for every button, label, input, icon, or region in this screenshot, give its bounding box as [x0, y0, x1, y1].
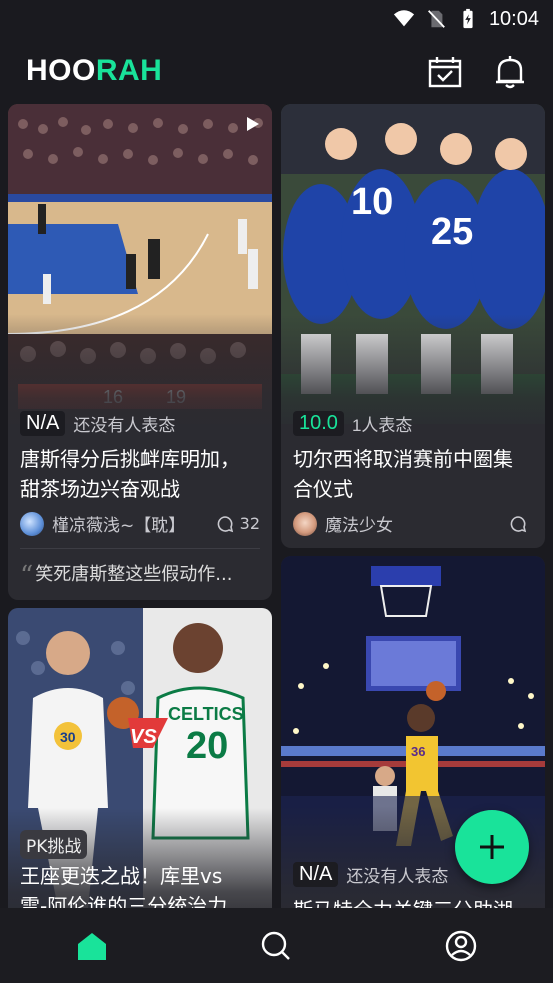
nav-search[interactable]	[246, 916, 306, 976]
post-title: 唐斯得分后挑衅库明加， 甜茶场边兴奋观战	[20, 447, 240, 501]
wifi-icon	[393, 10, 415, 27]
rating-score: N/A	[20, 411, 66, 436]
profile-icon	[445, 930, 477, 961]
rating-row: 10.0 1人表态	[293, 411, 412, 436]
home-icon	[78, 932, 107, 960]
feed[interactable]: 16 19 N/A 还没有人表态 唐斯得分后挑衅库明加， 甜茶场边兴奋观战 槿凉…	[0, 104, 553, 908]
divider	[20, 548, 260, 549]
plus-icon	[480, 835, 504, 859]
comment-count[interactable]	[509, 515, 533, 533]
rating-label: 还没有人表态	[73, 416, 176, 435]
author-name[interactable]: 魔法少女	[325, 511, 501, 536]
calendar-button[interactable]	[425, 52, 465, 92]
nav-profile[interactable]	[431, 916, 491, 976]
rating-row: N/A 还没有人表态	[293, 862, 448, 887]
search-icon	[262, 931, 291, 960]
avatar[interactable]	[293, 511, 317, 536]
post-card[interactable]: 25 10 10.0 1人表态 切尔西将取消赛前中圈集 合仪式 魔法少女	[281, 104, 545, 548]
svg-text:25: 25	[431, 211, 473, 253]
author-row[interactable]: 魔法少女	[293, 511, 533, 536]
rating-score: N/A	[293, 862, 339, 887]
post-card[interactable]: 30 CELTICS 20 VS PK挑战 王座更迭之战！库里vs 雷-阿伦谁的…	[8, 608, 272, 908]
comment-count[interactable]: 32	[216, 514, 260, 533]
nav-home[interactable]	[62, 916, 122, 976]
app-header: HOORAH	[0, 38, 553, 104]
notifications-button[interactable]	[490, 52, 530, 92]
bell-icon	[496, 56, 524, 89]
rating-label: 1人表态	[351, 416, 413, 435]
author-row[interactable]: 槿凉薇浅~【耽】 32	[20, 511, 260, 536]
app-logo: HOORAH	[26, 54, 163, 87]
hot-comment[interactable]: “笑死唐斯整这些假动作...	[20, 560, 260, 591]
svg-text:10: 10	[351, 181, 393, 223]
svg-text:36: 36	[411, 744, 425, 759]
create-post-button[interactable]	[455, 810, 529, 884]
quote-mark-icon: “	[20, 561, 34, 591]
comment-icon	[510, 515, 527, 532]
svg-text:20: 20	[186, 725, 228, 767]
calendar-check-icon	[428, 57, 462, 88]
comment-icon	[217, 515, 233, 532]
bottom-navigation	[0, 908, 553, 983]
rating-row: N/A 还没有人表态	[20, 411, 175, 436]
clock: 10:04	[488, 7, 539, 30]
svg-text:30: 30	[60, 729, 76, 745]
svg-text:VS: VS	[130, 726, 157, 748]
post-card[interactable]: 16 19 N/A 还没有人表态 唐斯得分后挑衅库明加， 甜茶场边兴奋观战 槿凉…	[8, 104, 272, 600]
post-title: 斯马特全力关键三分助湖	[293, 895, 533, 908]
pk-tag: PK挑战	[20, 830, 88, 859]
svg-text:CELTICS: CELTICS	[168, 704, 244, 724]
no-sim-icon	[427, 10, 445, 28]
rating-score: 10.0	[293, 411, 344, 436]
author-name[interactable]: 槿凉薇浅~【耽】	[52, 511, 208, 536]
video-play-icon	[247, 117, 259, 131]
status-bar: 10:04	[0, 0, 553, 38]
avatar[interactable]	[20, 511, 44, 536]
post-title: 切尔西将取消赛前中圈集 合仪式	[293, 447, 513, 501]
rating-label: 还没有人表态	[346, 867, 449, 886]
battery-charging-icon	[463, 8, 473, 29]
post-title: 王座更迭之战！库里vs 雷-阿伦谁的三分统治力...	[20, 864, 247, 908]
